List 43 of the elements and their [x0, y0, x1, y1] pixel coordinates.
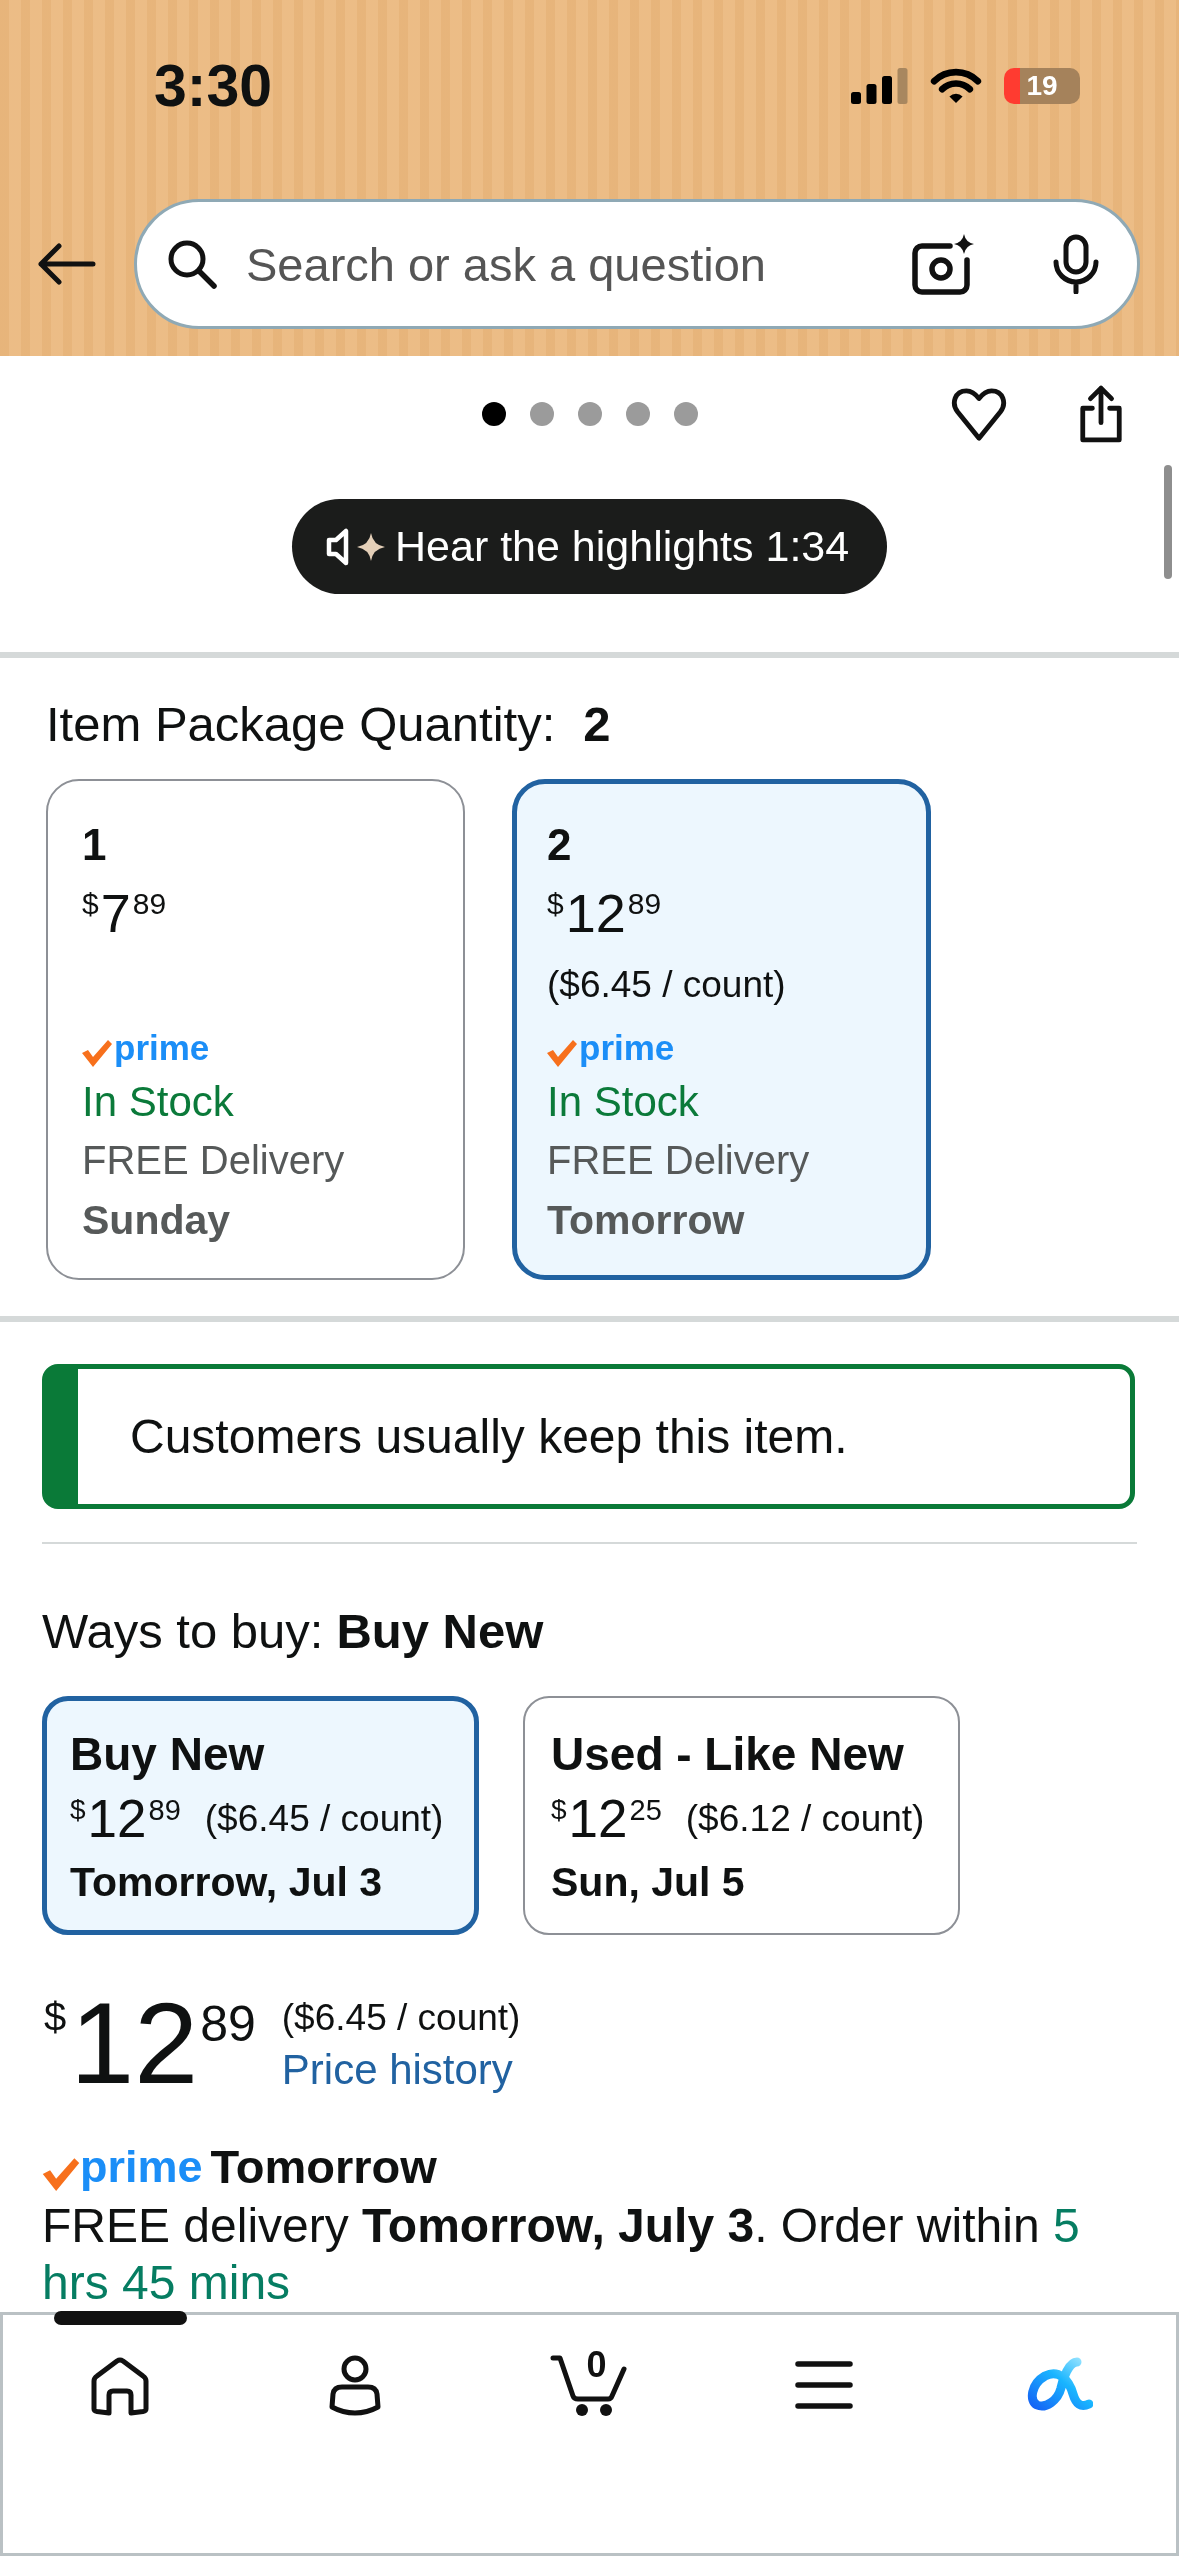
prime-label: prime: [80, 2141, 203, 2193]
signal-icon: [851, 68, 908, 104]
search-field[interactable]: Search or ask a question: [134, 199, 1140, 329]
prime-label: prime: [114, 1029, 210, 1067]
unit-price: ($6.45 / count): [281, 1996, 521, 2040]
delivery-date: Tomorrow, Jul 3: [70, 1858, 383, 1907]
share-icon[interactable]: [1077, 384, 1125, 444]
delivery-day: Sunday: [82, 1191, 231, 1250]
stock-status: In Stock: [547, 1077, 699, 1127]
ways-label: Ways to buy:: [42, 1603, 324, 1660]
option-quantity: 2: [547, 819, 572, 871]
audio-summary-button[interactable]: Hear the highlights 1:34: [292, 499, 887, 594]
cart-count: 0: [586, 2349, 607, 2381]
search-input[interactable]: Search or ask a question: [246, 234, 888, 294]
back-icon[interactable]: [36, 242, 96, 286]
price-history-link[interactable]: Price history: [281, 2043, 513, 2097]
search-icon: [166, 238, 218, 290]
quantity-value: 2: [583, 696, 611, 753]
stock-status: In Stock: [82, 1077, 234, 1127]
microphone-icon[interactable]: [1051, 234, 1101, 294]
status-time: 3:30: [154, 55, 273, 117]
unit-price: ($6.45 / count): [547, 963, 786, 1007]
delivery-message: FREE delivery Tomorrow, July 3. Order within 5 hrs 45 mins: [42, 2198, 1081, 2311]
checkmark-icon: [82, 1039, 112, 1067]
option-title: Used - Like New: [551, 1727, 904, 1782]
unit-price: ($6.12 / count): [685, 1797, 925, 1841]
delivery-label: FREE Delivery: [82, 1137, 345, 1184]
delivery-label: FREE Delivery: [547, 1137, 810, 1184]
heart-icon[interactable]: [950, 385, 1008, 443]
checkmark-icon: [42, 2157, 80, 2191]
battery-indicator: 19: [1004, 68, 1080, 104]
option-title: Buy New: [70, 1727, 265, 1782]
delivery-day: Tomorrow: [547, 1191, 745, 1250]
ways-value: Buy New: [336, 1603, 544, 1660]
checkmark-icon: [547, 1039, 577, 1067]
option-quantity: 1: [82, 819, 107, 871]
prime-label: prime: [579, 1029, 675, 1067]
delivery-date: Sun, Jul 5: [551, 1858, 745, 1907]
wifi-icon: [930, 68, 982, 104]
menu-icon[interactable]: [795, 2360, 854, 2410]
quantity-label: Item Package Quantity:: [46, 696, 556, 753]
delivery-speed: Tomorrow: [210, 2139, 437, 2195]
unit-price: ($6.45 / count): [204, 1797, 444, 1841]
